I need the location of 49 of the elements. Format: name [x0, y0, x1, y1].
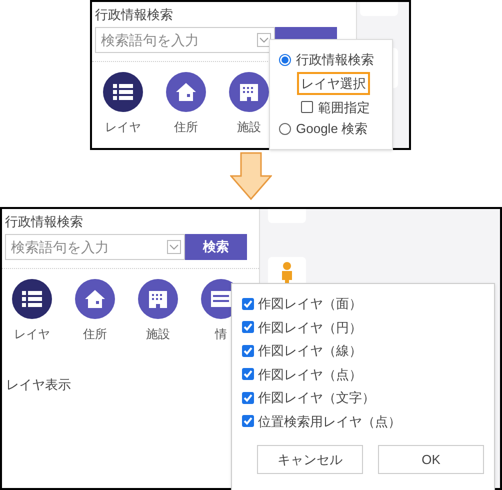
dropdown-icon[interactable]	[257, 32, 271, 46]
layer-label[interactable]: 作図レイヤ（円）	[258, 318, 362, 337]
section-title: レイヤ表示	[5, 376, 72, 394]
checkbox[interactable]	[242, 392, 254, 404]
list-icon	[113, 82, 133, 100]
dropdown-icon[interactable]	[167, 240, 181, 254]
search-label: 行政情報検索	[5, 213, 84, 231]
layer-label[interactable]: 位置検索用レイヤ（点）	[258, 412, 401, 431]
option-label[interactable]: 行政情報検索	[296, 50, 374, 70]
search-field[interactable]: 検索語句を入力	[95, 26, 275, 52]
category-button[interactable]	[166, 72, 206, 112]
checkbox[interactable]	[301, 101, 313, 114]
layer-label[interactable]: 作図レイヤ（文字）	[258, 388, 375, 408]
checkbox[interactable]	[242, 344, 254, 357]
radio-button[interactable]	[279, 122, 291, 135]
category-button[interactable]	[12, 278, 52, 318]
building-icon	[148, 290, 168, 308]
option-label[interactable]: 範囲指定	[318, 98, 370, 117]
option-label[interactable]: Google 検索	[296, 119, 368, 138]
search-field[interactable]: 検索語句を入力	[5, 234, 185, 260]
category-label: 施設	[237, 118, 261, 136]
dialog-button[interactable]: キャンセル	[257, 445, 363, 474]
checkbox[interactable]	[242, 321, 254, 334]
list-icon	[22, 290, 42, 308]
radio-button[interactable]	[279, 54, 291, 66]
category-label: レイヤ	[14, 326, 50, 342]
layer-label[interactable]: 作図レイヤ（線）	[258, 341, 362, 360]
checkbox[interactable]	[242, 368, 254, 380]
building-icon	[239, 82, 259, 100]
layer-label[interactable]: 作図レイヤ（面）	[258, 294, 362, 314]
category-button[interactable]	[103, 72, 143, 112]
house-icon	[176, 82, 196, 100]
down-arrow-icon	[230, 152, 272, 200]
checkbox[interactable]	[242, 415, 254, 428]
layer-select-link[interactable]: レイヤ選択	[297, 72, 370, 95]
category-label: 施設	[146, 326, 170, 342]
category-label: 住所	[83, 326, 107, 342]
category-label: 情	[215, 326, 227, 342]
category-label: レイヤ	[105, 118, 141, 136]
category-label: 住所	[174, 118, 198, 136]
category-button[interactable]	[75, 278, 115, 318]
layer-label[interactable]: 作図レイヤ（点）	[258, 364, 362, 384]
dialog-button[interactable]: OK	[378, 445, 484, 474]
checkbox[interactable]	[242, 298, 254, 310]
category-button[interactable]	[229, 72, 269, 112]
search-label: 行政情報検索	[95, 6, 174, 24]
search-button[interactable]: 検索	[185, 234, 247, 260]
house-icon	[85, 290, 105, 308]
category-button[interactable]	[138, 278, 178, 318]
